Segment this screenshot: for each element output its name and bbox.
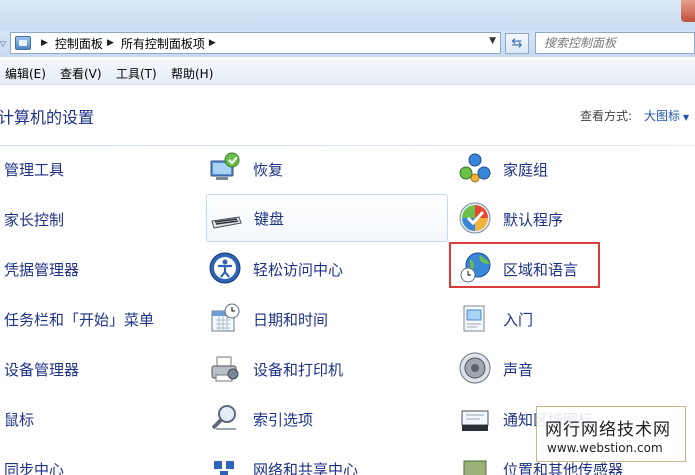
item-network-sharing[interactable]: 网络和共享中心 [206, 444, 448, 475]
printer-icon [211, 356, 239, 382]
item-sync-center[interactable]: 同步中心 [0, 444, 200, 475]
view-by-value: 大图标 [644, 109, 681, 123]
item-recovery[interactable]: 恢复 [206, 144, 448, 194]
menu-tools[interactable]: 工具(T) [116, 65, 157, 82]
magnifier-icon [211, 405, 236, 430]
watermark-url: www.webstion.com [547, 441, 663, 455]
item-label: 声音 [503, 360, 534, 379]
item-credential-manager[interactable]: 凭据管理器 [0, 244, 200, 294]
item-label: 轻松访问中心 [253, 260, 344, 279]
item-keyboard[interactable]: 键盘 [206, 194, 448, 242]
item-label: 默认程序 [503, 210, 564, 229]
view-by-dropdown[interactable]: 大图标 ▼ [644, 107, 689, 124]
item-label: 家庭组 [503, 160, 549, 179]
menu-help[interactable]: 帮助(H) [171, 65, 213, 82]
item-indexing-options[interactable]: 索引选项 [206, 394, 448, 444]
breadcrumb-arrow-icon[interactable]: ▶ [107, 38, 114, 48]
control-panel-icon [15, 36, 31, 50]
refresh-icon: ⇆ [511, 36, 523, 51]
item-label: 日期和时间 [253, 310, 329, 329]
ease-of-access-icon [209, 252, 241, 284]
item-device-manager[interactable]: 设备管理器 [0, 344, 200, 394]
item-parental-controls[interactable]: 家长控制 [0, 194, 200, 244]
item-label: 键盘 [254, 209, 285, 228]
close-button[interactable] [681, 0, 695, 22]
address-dropdown-icon[interactable]: ▼ [489, 36, 496, 46]
notification-area-icon [461, 410, 489, 431]
recent-pages-dropdown-icon[interactable]: ▽ [0, 39, 6, 48]
search-input[interactable]: 搜索控制面板 [535, 32, 695, 54]
item-label: 同步中心 [4, 460, 65, 475]
menu-edit[interactable]: 编辑(E) [5, 65, 46, 82]
watermark: 网行网络技术网 www.webstion.com [536, 406, 686, 462]
item-label: 鼠标 [4, 410, 35, 429]
getting-started-icon [463, 305, 485, 332]
page-title: 计算机的设置 [0, 108, 95, 127]
item-label: 恢复 [253, 160, 284, 179]
search-placeholder: 搜索控制面板 [544, 36, 617, 50]
item-date-time[interactable]: 日期和时间 [206, 294, 448, 344]
item-label: 索引选项 [253, 410, 314, 429]
item-label: 任务栏和「开始」菜单 [4, 310, 155, 329]
calendar-clock-icon [211, 303, 240, 332]
item-homegroup[interactable]: 家庭组 [455, 144, 695, 194]
menu-view[interactable]: 查看(V) [60, 65, 102, 82]
item-label: 家长控制 [4, 210, 65, 229]
item-label: 凭据管理器 [4, 260, 80, 279]
breadcrumb-all-items[interactable]: 所有控制面板项 [121, 35, 205, 52]
chevron-down-icon: ▼ [683, 113, 690, 122]
speaker-icon [459, 352, 491, 384]
item-label: 网络和共享中心 [253, 460, 359, 475]
item-label: 设备和打印机 [253, 360, 344, 379]
item-taskbar-start-menu[interactable]: 任务栏和「开始」菜单 [0, 294, 200, 344]
breadcrumb-arrow-icon[interactable]: ▶ [209, 38, 216, 48]
item-label: 管理工具 [4, 160, 65, 179]
recovery-icon [210, 152, 240, 180]
sensor-icon [463, 460, 487, 475]
watermark-title: 网行网络技术网 [545, 420, 671, 440]
keyboard-icon [211, 216, 242, 229]
homegroup-icon [459, 153, 491, 183]
item-label: 入门 [503, 310, 534, 329]
item-devices-printers[interactable]: 设备和打印机 [206, 344, 448, 394]
view-by-label: 查看方式: [580, 109, 633, 123]
item-ease-of-access[interactable]: 轻松访问中心 [206, 244, 448, 294]
item-label: 设备管理器 [4, 360, 80, 379]
item-sound[interactable]: 声音 [455, 344, 695, 394]
item-mouse[interactable]: 鼠标 [0, 394, 200, 444]
window-title-strip [0, 0, 695, 30]
address-bar[interactable]: ▶ 控制面板 ▶ 所有控制面板项 ▶ ▼ [10, 32, 501, 54]
item-default-programs[interactable]: 默认程序 [455, 194, 695, 244]
refresh-button[interactable]: ⇆ [505, 33, 529, 54]
default-programs-icon [459, 202, 491, 234]
item-admin-tools[interactable]: 管理工具 [0, 144, 200, 194]
menu-bar: 编辑(E) 查看(V) 工具(T) 帮助(H) [0, 60, 695, 85]
breadcrumb-arrow-icon[interactable]: ▶ [41, 38, 48, 48]
breadcrumb-control-panel[interactable]: 控制面板 [55, 35, 103, 52]
highlight-box [449, 242, 600, 288]
network-icon [214, 461, 234, 475]
item-getting-started[interactable]: 入门 [455, 294, 695, 344]
